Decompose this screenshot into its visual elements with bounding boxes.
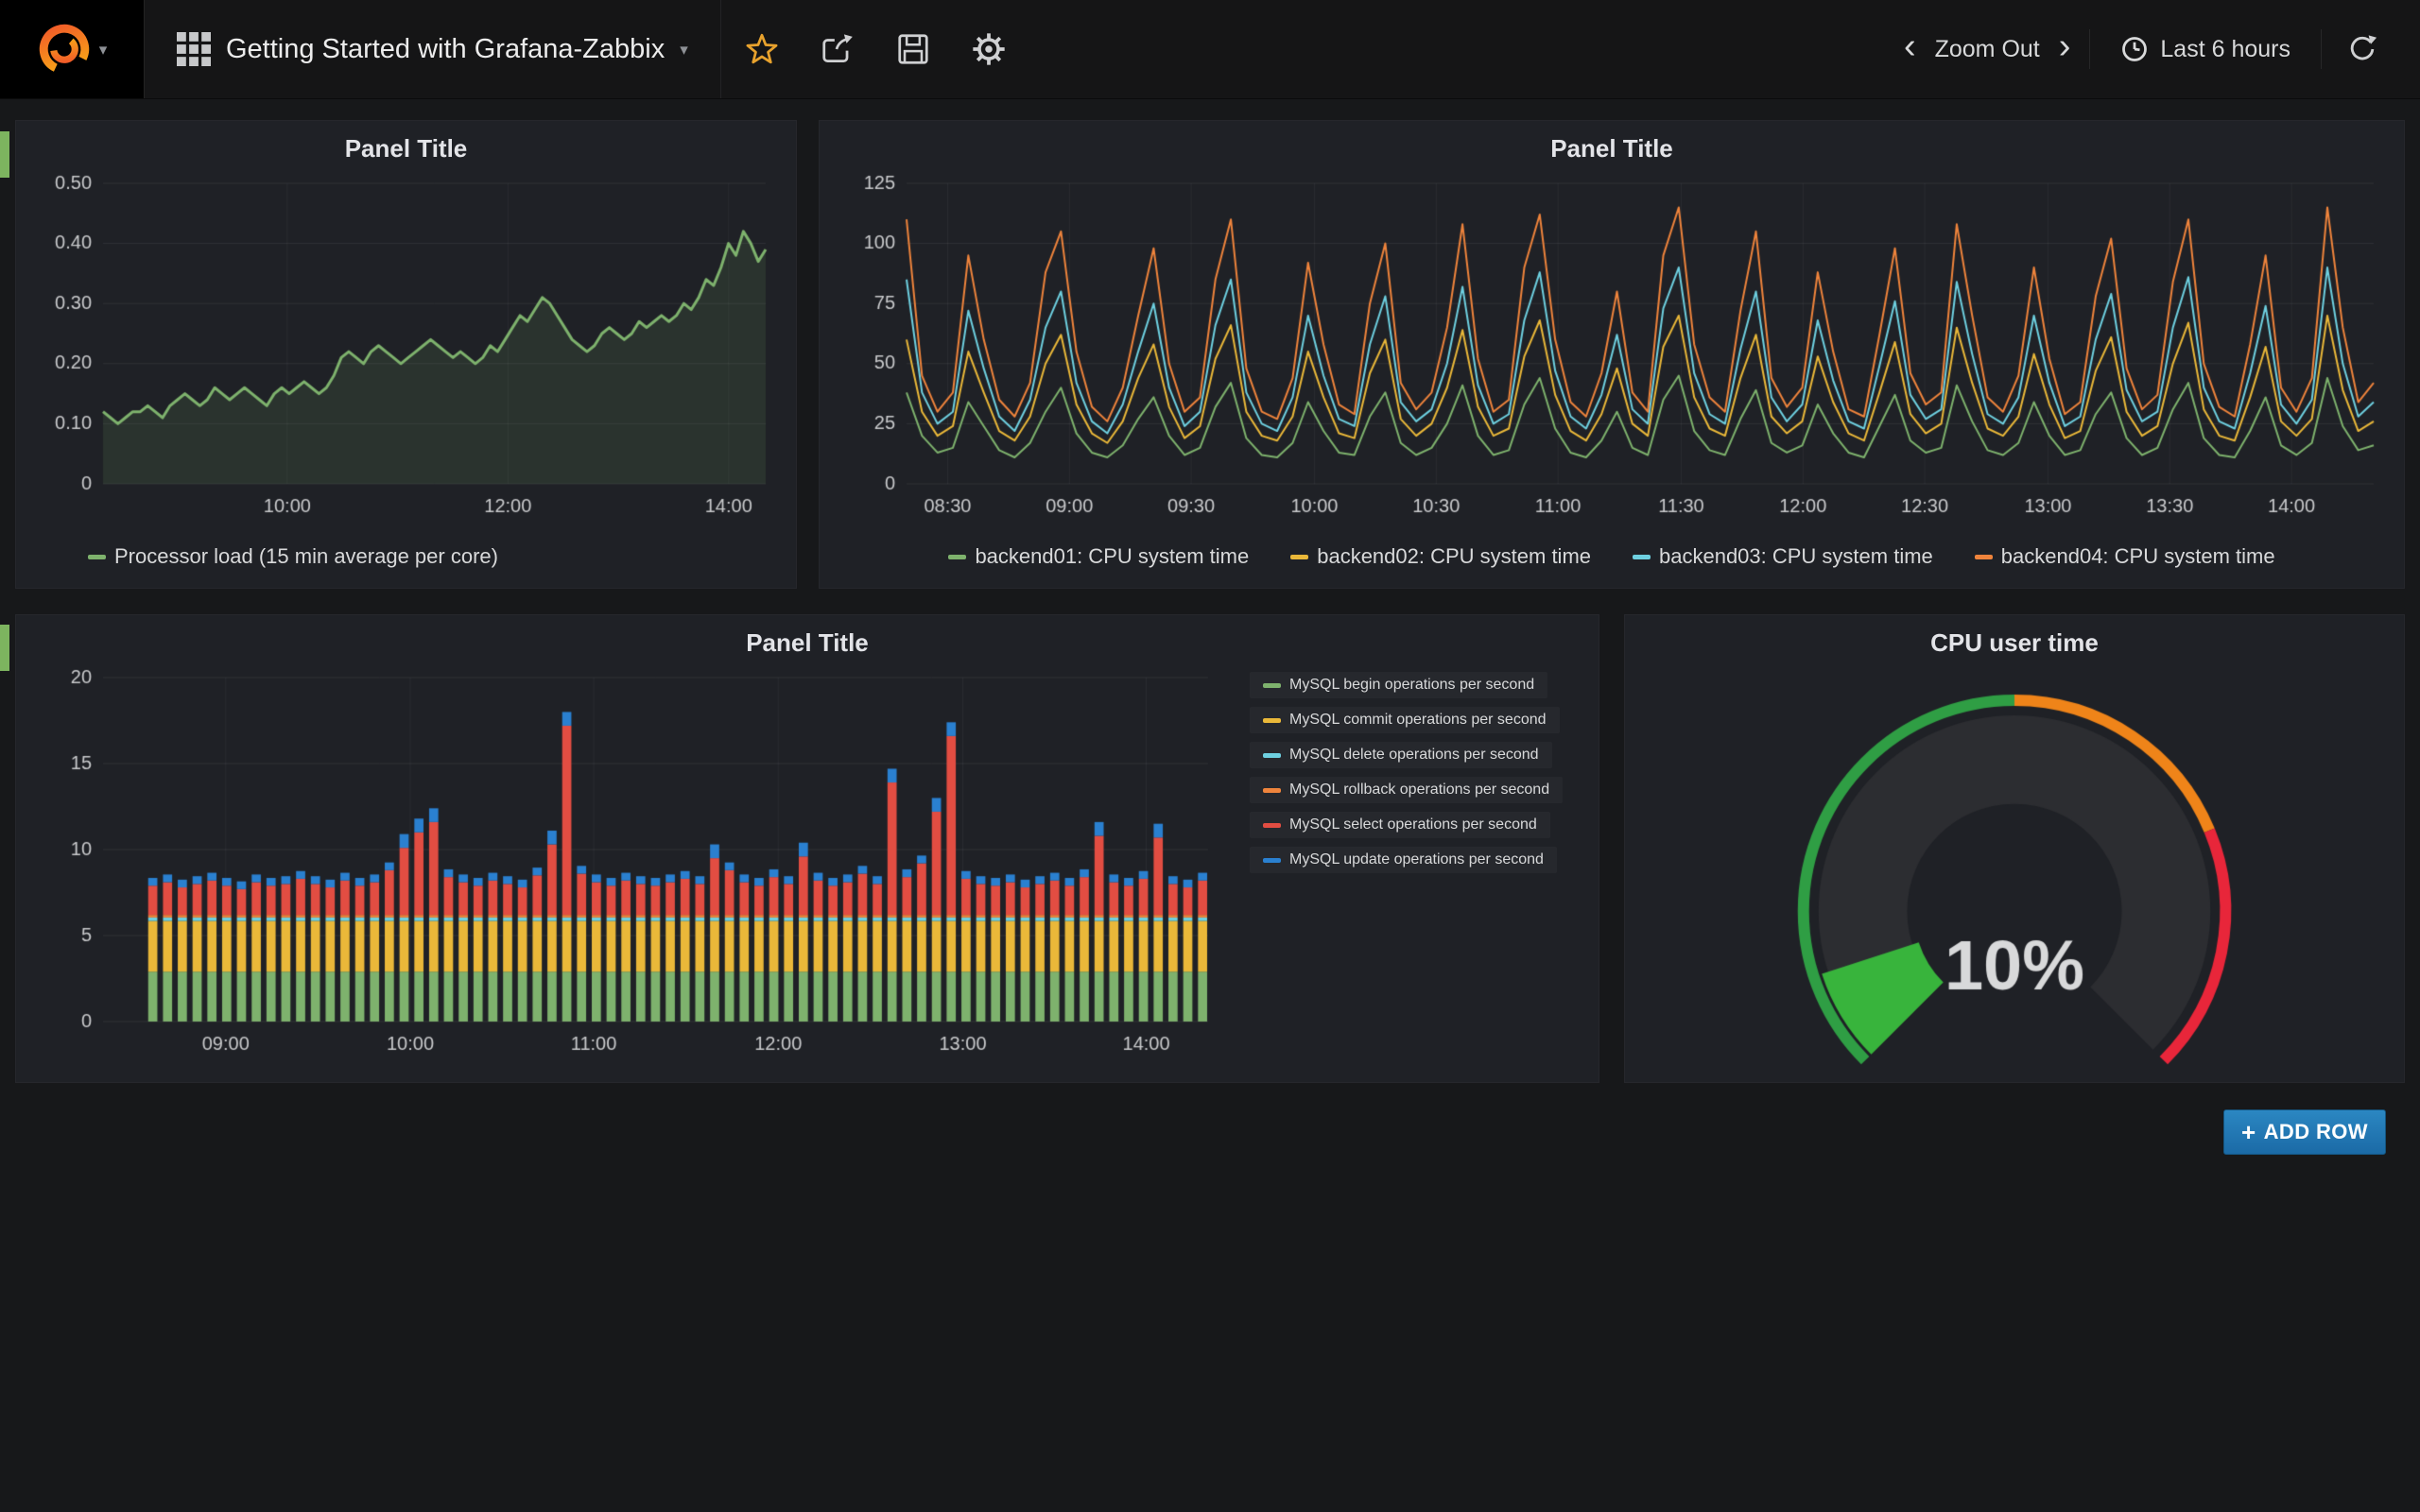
settings-button[interactable] [958,19,1020,79]
series-marker [1263,788,1281,793]
chevron-down-icon: ▾ [680,42,688,58]
series-marker [1263,753,1281,758]
series-marker [1263,823,1281,828]
mysql-operations-graph[interactable] [29,662,1225,1073]
divider [2089,29,2090,69]
cpu-system-time-graph[interactable] [833,168,2391,535]
legend-item[interactable]: Processor load (15 min average per core) [88,544,498,569]
share-icon [820,31,856,67]
dashboard-title: Getting Started with Grafana-Zabbix [226,34,665,65]
series-marker [1263,858,1281,863]
legend-item[interactable]: backend01: CPU system time [948,544,1249,569]
legend-label: backend02: CPU system time [1317,544,1591,569]
clock-icon [2120,35,2149,63]
dashboard-picker[interactable]: Getting Started with Grafana-Zabbix ▾ [145,0,720,98]
series-marker [1975,555,1993,559]
legend-item[interactable]: MySQL update operations per second [1250,847,1557,873]
refresh-button[interactable] [2331,19,2394,79]
share-button[interactable] [806,19,869,79]
navbar: ▾ Getting Started with Grafana-Zabbix ▾ [0,0,2420,99]
panel-body: MySQL begin operations per second MySQL … [29,662,1585,1073]
panel-title[interactable]: Panel Title [833,129,2391,168]
star-icon [744,31,780,67]
gear-icon [970,30,1008,68]
panel-cpu-user-time: CPU user time [1624,614,2405,1083]
legend-label: MySQL update operations per second [1289,851,1544,868]
legend-label: MySQL select operations per second [1289,816,1537,833]
legend-item[interactable]: MySQL begin operations per second [1250,672,1547,698]
legend-label: Processor load (15 min average per core) [114,544,498,569]
zoom-out-button[interactable]: Zoom Out [1935,36,2040,63]
series-marker [948,555,966,559]
legend: Processor load (15 min average per core) [29,535,783,578]
panel-title[interactable]: Panel Title [29,623,1585,662]
legend-label: MySQL rollback operations per second [1289,782,1549,799]
chevron-down-icon: ▾ [99,42,108,58]
series-marker [88,555,106,559]
cpu-user-time-gauge[interactable] [1638,662,2391,1073]
panel-processor-load: Panel Title Processor load (15 min avera… [15,120,797,589]
legend-item[interactable]: MySQL rollback operations per second [1250,777,1563,803]
legend-item[interactable]: backend03: CPU system time [1633,544,1933,569]
legend-label: MySQL delete operations per second [1289,747,1539,764]
legend-label: MySQL commit operations per second [1289,712,1547,729]
row-collapse-handle[interactable] [0,625,9,671]
time-controls: ‹ Zoom Out › Last 6 hours [1894,0,2420,98]
divider [2321,29,2322,69]
time-shift-back-button[interactable]: ‹ [1894,28,1926,70]
processor-load-graph[interactable] [29,168,783,535]
save-icon [895,31,931,67]
plus-icon: + [2241,1118,2256,1147]
add-row-button[interactable]: + ADD ROW [2223,1109,2386,1155]
legend: MySQL begin operations per second MySQL … [1225,662,1585,1073]
refresh-icon [2346,33,2378,65]
row-collapse-handle[interactable] [0,131,9,178]
legend-item[interactable]: MySQL delete operations per second [1250,742,1552,768]
legend-label: MySQL begin operations per second [1289,677,1534,694]
legend-label: backend01: CPU system time [975,544,1249,569]
panel-cpu-system-time: Panel Title backend01: CPU system time b… [819,120,2405,589]
grafana-dashboard: ▾ Getting Started with Grafana-Zabbix ▾ [0,0,2420,1512]
dashboard-actions [720,0,1029,98]
legend: backend01: CPU system time backend02: CP… [833,535,2391,578]
series-marker [1263,683,1281,688]
panel-mysql-operations: Panel Title MySQL begin operations per s… [15,614,1599,1083]
panel-title[interactable]: Panel Title [29,129,783,168]
legend-item[interactable]: backend04: CPU system time [1975,544,2275,569]
save-button[interactable] [882,19,944,79]
legend-label: backend04: CPU system time [2001,544,2275,569]
legend-item[interactable]: MySQL select operations per second [1250,812,1550,838]
series-marker [1633,555,1651,559]
time-range-label: Last 6 hours [2160,36,2290,63]
legend-label: backend03: CPU system time [1659,544,1933,569]
star-button[interactable] [731,19,793,79]
grafana-logo [37,22,92,77]
time-shift-forward-button[interactable]: › [2049,28,2081,70]
time-range-picker[interactable]: Last 6 hours [2100,35,2311,63]
series-marker [1290,555,1308,559]
add-row-label: ADD ROW [2264,1120,2368,1144]
panel-title[interactable]: CPU user time [1638,623,2391,662]
series-marker [1263,718,1281,723]
legend-item[interactable]: MySQL commit operations per second [1250,707,1560,733]
legend-item[interactable]: backend02: CPU system time [1290,544,1591,569]
grafana-menu-button[interactable]: ▾ [0,0,145,98]
dashboard-grid-icon [177,32,211,66]
